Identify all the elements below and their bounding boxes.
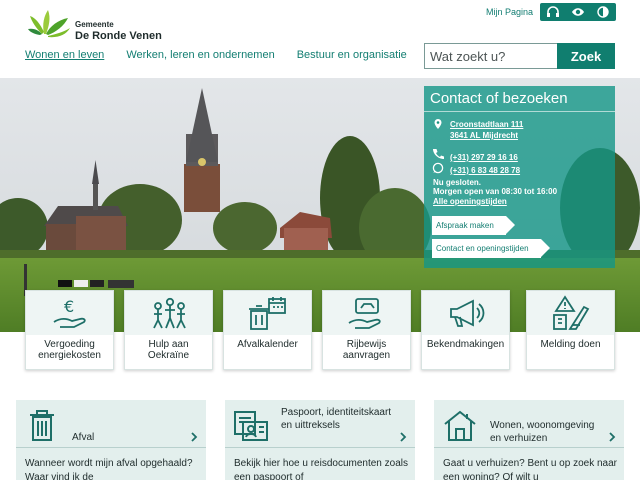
chevron-right-icon: [400, 432, 407, 442]
tile-icon-area: [224, 291, 311, 335]
opening-hours-link[interactable]: Alle openingstijden: [433, 197, 507, 206]
svg-text:€: €: [64, 297, 74, 316]
status-open-tomorrow: Morgen open van 08:30 tot 16:00: [433, 187, 558, 196]
contact-panel: Contact of bezoeken Croonstadtlaan 111 3…: [424, 86, 615, 268]
card-header: Paspoort, identiteitskaart en uittreksel…: [225, 400, 415, 448]
tile-label: Rijbewijs aanvragen: [342, 339, 391, 361]
bin-calendar-icon: [248, 297, 286, 330]
tile-label: Afvalkalender: [237, 339, 298, 350]
house-icon: [444, 410, 476, 441]
phone-number[interactable]: (+31) 297 29 16 16: [450, 153, 518, 162]
accessibility-toolbar: [540, 3, 616, 21]
card-header: Afval: [16, 400, 206, 448]
tile-bekendmakingen[interactable]: Bekendmakingen: [421, 290, 510, 370]
tile-hulp-aan-oekraine[interactable]: Hulp aan Oekraïne: [124, 290, 213, 370]
municipality-logo[interactable]: Gemeente De Ronde Venen: [28, 8, 162, 44]
nav-item-werken-leren-ondernemen[interactable]: Werken, leren en ondernemen: [126, 49, 274, 61]
chevron-right-icon: [609, 432, 616, 442]
appointment-button[interactable]: Afspraak maken: [432, 216, 515, 235]
card-text: Gaat u verhuizen? Bent u op zoek naar ee…: [443, 458, 618, 480]
address-line2[interactable]: 3641 AL Mijdrecht: [450, 131, 518, 140]
logo-line2: De Ronde Venen: [75, 30, 162, 42]
tile-rijbewijs-aanvragen[interactable]: Rijbewijs aanvragen: [322, 290, 411, 370]
headphones-icon[interactable]: [544, 5, 562, 19]
family-icon: [152, 297, 186, 329]
tile-vergoeding-energiekosten[interactable]: € Vergoeding energiekosten: [25, 290, 114, 370]
tile-icon-area: €: [26, 291, 113, 335]
euro-hand-icon: €: [53, 297, 86, 328]
contact-title: Contact of bezoeken: [430, 90, 568, 107]
logo-line1: Gemeente: [75, 20, 114, 29]
tile-label: Melding doen: [540, 339, 601, 350]
card-wonen-verhuizen[interactable]: Wonen, woonomgeving en verhuizen Gaat u …: [434, 400, 624, 480]
card-title: Paspoort, identiteitskaart en uittreksel…: [281, 407, 392, 431]
main-nav: Wonen en leven Werken, leren en ondernem…: [25, 49, 429, 61]
whatsapp-icon: [432, 162, 444, 174]
tile-icon-area: [527, 291, 614, 335]
search-form: Zoek: [424, 43, 615, 69]
tile-label: Hulp aan Oekraïne: [147, 339, 190, 361]
tile-label: Bekendmakingen: [426, 339, 505, 350]
search-input[interactable]: [424, 43, 558, 69]
megaphone-icon: [449, 299, 484, 327]
tile-afvalkalender[interactable]: Afvalkalender: [223, 290, 312, 370]
nav-item-bestuur-en-organisatie[interactable]: Bestuur en organisatie: [297, 49, 407, 61]
site-header: Gemeente De Ronde Venen Mijn Pagina Wone…: [0, 0, 640, 78]
whatsapp-number[interactable]: (+31) 6 83 48 28 78: [450, 166, 520, 175]
tile-icon-area: [323, 291, 410, 335]
license-hand-icon: [348, 298, 381, 329]
card-paspoort-identiteitskaart[interactable]: Paspoort, identiteitskaart en uittreksel…: [225, 400, 415, 480]
card-text: Wanneer wordt mijn afval opgehaald? Waar…: [25, 458, 193, 480]
search-button[interactable]: Zoek: [557, 43, 615, 69]
contrast-icon[interactable]: [594, 5, 612, 19]
eye-icon[interactable]: [569, 5, 587, 19]
contact-hours-button[interactable]: Contact en openingstijden: [432, 239, 549, 258]
my-page-link[interactable]: Mijn Pagina: [486, 7, 533, 17]
card-header: Wonen, woonomgeving en verhuizen: [434, 400, 624, 448]
tile-icon-area: [422, 291, 509, 335]
card-text: Bekijk hier hoe u reisdocumenten zoals e…: [234, 458, 408, 480]
card-title: Wonen, woonomgeving en verhuizen: [490, 420, 595, 444]
tile-melding-doen[interactable]: Melding doen: [526, 290, 615, 370]
id-card-icon: [234, 411, 268, 441]
tile-icon-area: [125, 291, 212, 335]
trash-icon: [30, 410, 54, 441]
nav-item-wonen-en-leven[interactable]: Wonen en leven: [25, 49, 104, 61]
contact-divider: [424, 111, 615, 112]
status-closed: Nu gesloten.: [433, 178, 482, 187]
card-afval[interactable]: Afval Wanneer wordt mijn afval opgehaald…: [16, 400, 206, 480]
location-pin-icon: [434, 119, 442, 129]
chevron-right-icon: [191, 432, 198, 442]
address-line1[interactable]: Croonstadtlaan 111: [450, 120, 523, 129]
card-title: Afval: [72, 432, 95, 443]
warning-report-icon: [552, 295, 589, 330]
phone-icon: [433, 149, 444, 159]
tile-label: Vergoeding energiekosten: [38, 339, 101, 361]
logo-leaves-icon: [28, 10, 70, 38]
